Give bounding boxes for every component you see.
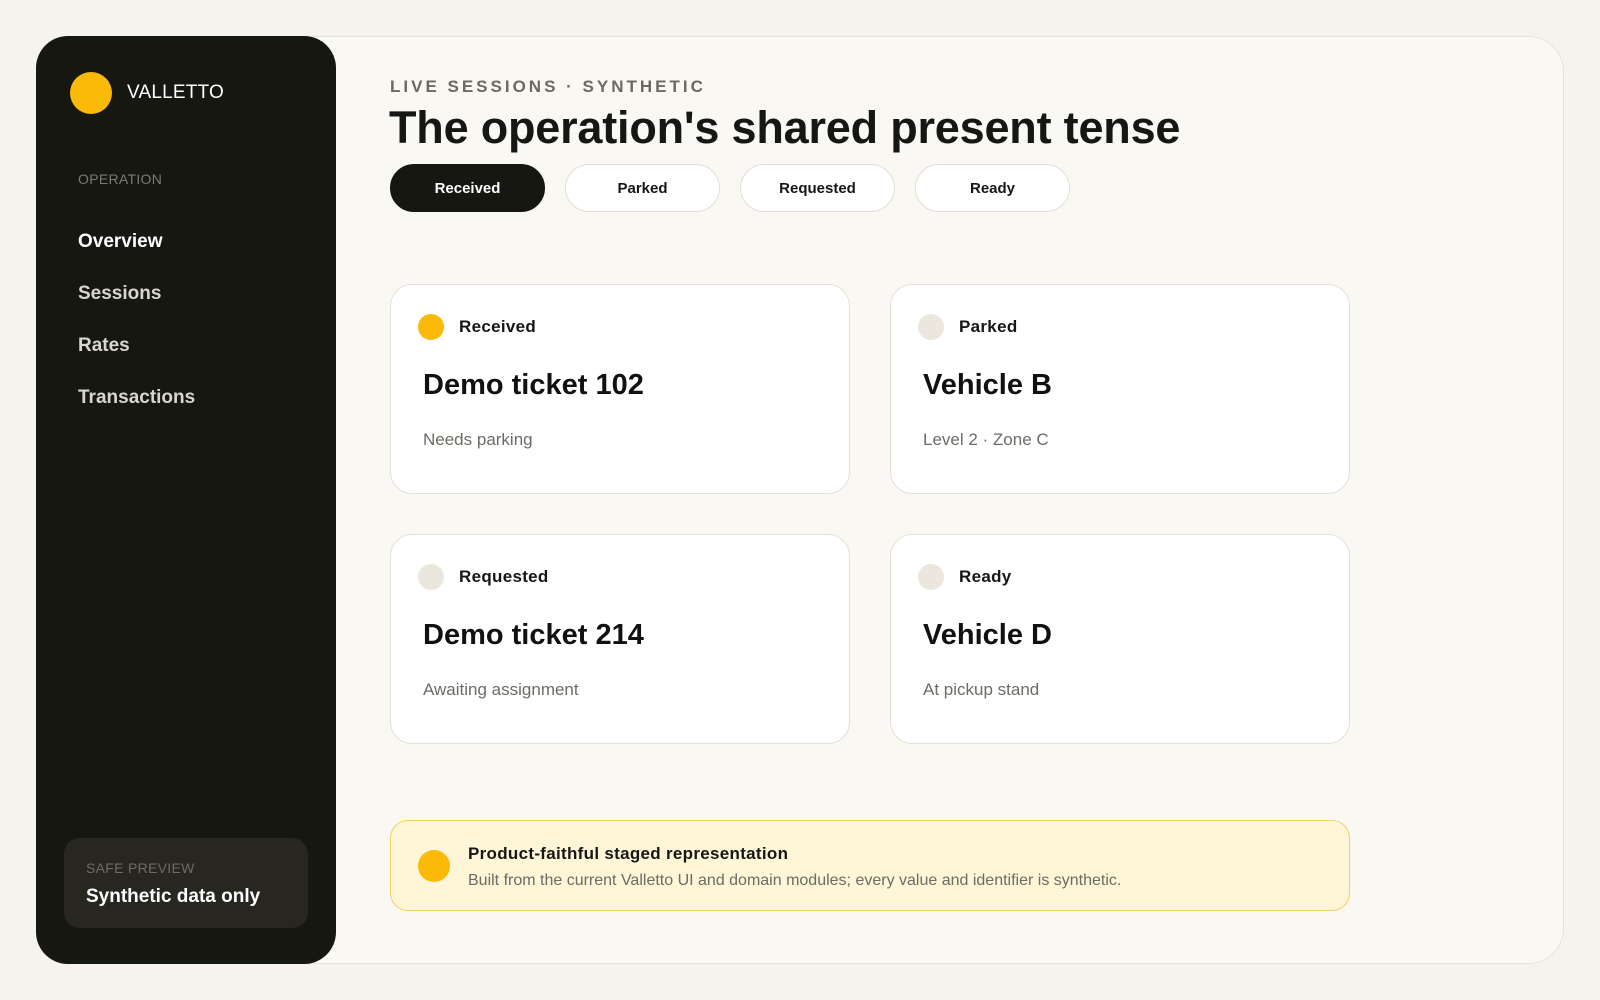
card-status-label: Ready [959,567,1012,586]
card-subtitle: Awaiting assignment [423,680,579,699]
sidebar: VALLETTO OPERATION Overview Sessions Rat… [36,36,336,964]
card-title: Demo ticket 214 [423,619,644,651]
sidebar-item-overview[interactable]: Overview [78,216,195,268]
card-status-label: Requested [459,567,549,586]
card-subtitle: Needs parking [423,430,533,449]
brand-name: VALLETTO [127,82,224,103]
session-card[interactable]: Requested Demo ticket 214 Awaiting assig… [390,534,850,744]
tab-parked[interactable]: Parked [565,164,720,212]
sidebar-item-transactions[interactable]: Transactions [78,372,195,424]
sidebar-nav: Overview Sessions Rates Transactions [78,216,195,424]
safe-preview-label: SAFE PREVIEW [86,860,195,876]
safe-preview-text: Synthetic data only [86,886,261,907]
session-card[interactable]: Parked Vehicle B Level 2 · Zone C [890,284,1350,494]
status-dot-icon [918,314,944,340]
sidebar-item-sessions[interactable]: Sessions [78,268,195,320]
card-subtitle: At pickup stand [923,680,1040,699]
card-status: Parked [918,314,1018,340]
status-dot-icon [418,314,444,340]
card-title: Vehicle B [923,369,1052,401]
card-status: Requested [418,564,549,590]
status-dot-icon [418,564,444,590]
card-status-label: Parked [959,317,1018,336]
notice-title: Product-faithful staged representation [468,844,789,863]
card-title: Vehicle D [923,619,1052,651]
tab-ready[interactable]: Ready [915,164,1070,212]
session-card[interactable]: Received Demo ticket 102 Needs parking [390,284,850,494]
notice-dot-icon [418,850,450,882]
card-status: Ready [918,564,1012,590]
page-eyebrow: LIVE SESSIONS · SYNTHETIC [390,77,706,96]
status-tabs: Received Parked Requested Ready [390,164,1090,212]
staged-notice: Product-faithful staged representation B… [390,820,1350,911]
card-status: Received [418,314,536,340]
tab-requested[interactable]: Requested [740,164,895,212]
brand-dot-icon [70,72,112,114]
safe-preview-box: SAFE PREVIEW Synthetic data only [64,838,308,928]
sidebar-item-rates[interactable]: Rates [78,320,195,372]
page-title: The operation's shared present tense [389,102,1181,153]
notice-text: Built from the current Valletto UI and d… [468,872,1122,889]
card-status-label: Received [459,317,537,336]
brand[interactable]: VALLETTO [70,72,224,114]
card-subtitle: Level 2 · Zone C [923,430,1049,449]
status-dot-icon [918,564,944,590]
session-card[interactable]: Ready Vehicle D At pickup stand [890,534,1350,744]
tab-received[interactable]: Received [390,164,545,212]
nav-section-heading: OPERATION [78,171,163,187]
card-title: Demo ticket 102 [423,369,644,401]
